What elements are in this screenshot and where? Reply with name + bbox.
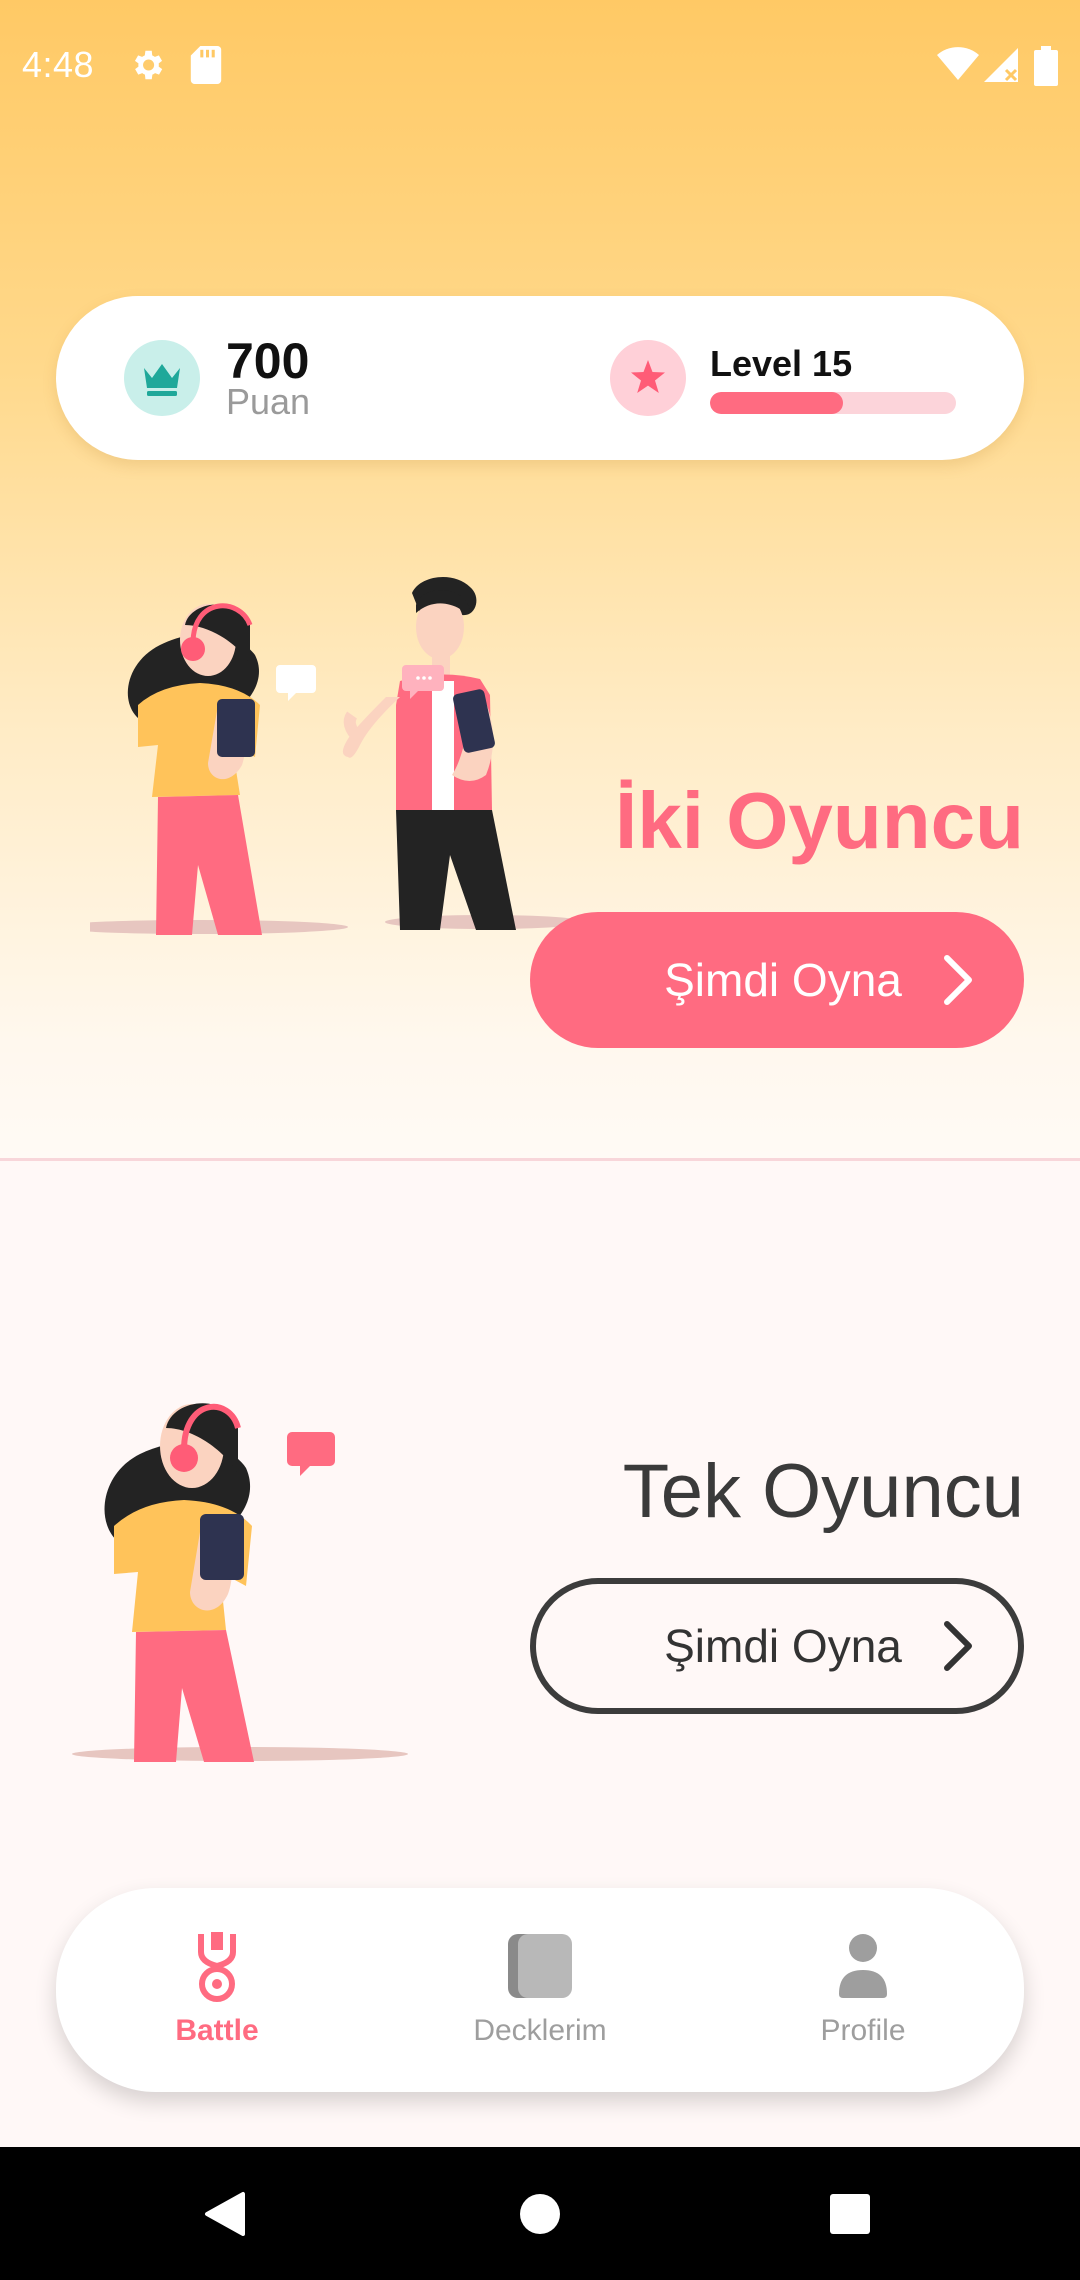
system-navigation-bar (0, 2147, 1080, 2280)
sd-card-icon (190, 46, 222, 84)
two-player-title: İki Oyuncu (615, 776, 1024, 865)
cards-icon (508, 1934, 572, 1998)
person-icon (839, 1934, 887, 1998)
level-progress-bar (710, 392, 956, 414)
nav-item-profile[interactable]: Profile (702, 1888, 1024, 2092)
cell-signal-icon (984, 48, 1018, 82)
two-player-play-button[interactable]: Şimdi Oyna (530, 912, 1024, 1048)
chevron-right-icon (944, 1621, 972, 1671)
nav-item-battle-label: Battle (175, 2014, 259, 2047)
nav-item-battle[interactable]: Battle (56, 1888, 378, 2092)
single-player-play-button[interactable]: Şimdi Oyna (530, 1578, 1024, 1714)
nav-item-profile-label: Profile (820, 2014, 906, 2047)
system-back-button[interactable] (160, 2147, 290, 2280)
points-value: 700 (226, 333, 310, 389)
recents-square-icon (830, 2193, 870, 2234)
back-triangle-icon (205, 2191, 245, 2236)
nav-item-decklerim[interactable]: Decklerim (379, 1888, 701, 2092)
points-label: Puan (226, 381, 311, 422)
single-player-illustration (72, 1403, 408, 1762)
level-badge (610, 340, 686, 416)
level-progress-fill (710, 392, 843, 414)
settings-gear-icon (134, 50, 163, 80)
bottom-navigation: Battle Decklerim Profile (56, 1888, 1024, 2092)
home-circle-icon (520, 2193, 560, 2234)
medal-icon (198, 1932, 236, 2002)
wifi-icon (937, 47, 979, 80)
chevron-right-icon (944, 955, 972, 1005)
two-player-play-label: Şimdi Oyna (664, 954, 902, 1006)
points-badge (124, 340, 200, 416)
nav-item-decklerim-label: Decklerim (473, 2014, 607, 2047)
status-time: 4:48 (22, 44, 95, 85)
system-home-button[interactable] (475, 2147, 605, 2280)
level-label: Level 15 (710, 343, 853, 384)
status-bar: 4:48 (0, 0, 1080, 135)
crown-icon (144, 364, 180, 396)
single-player-play-label: Şimdi Oyna (664, 1620, 902, 1672)
star-icon (631, 360, 665, 393)
battery-icon (1034, 46, 1058, 86)
stats-card: 700 Puan Level 15 (56, 296, 1024, 460)
two-players-illustration (90, 576, 585, 935)
system-recents-button[interactable] (785, 2147, 915, 2280)
single-player-title: Tek Oyuncu (622, 1449, 1024, 1534)
